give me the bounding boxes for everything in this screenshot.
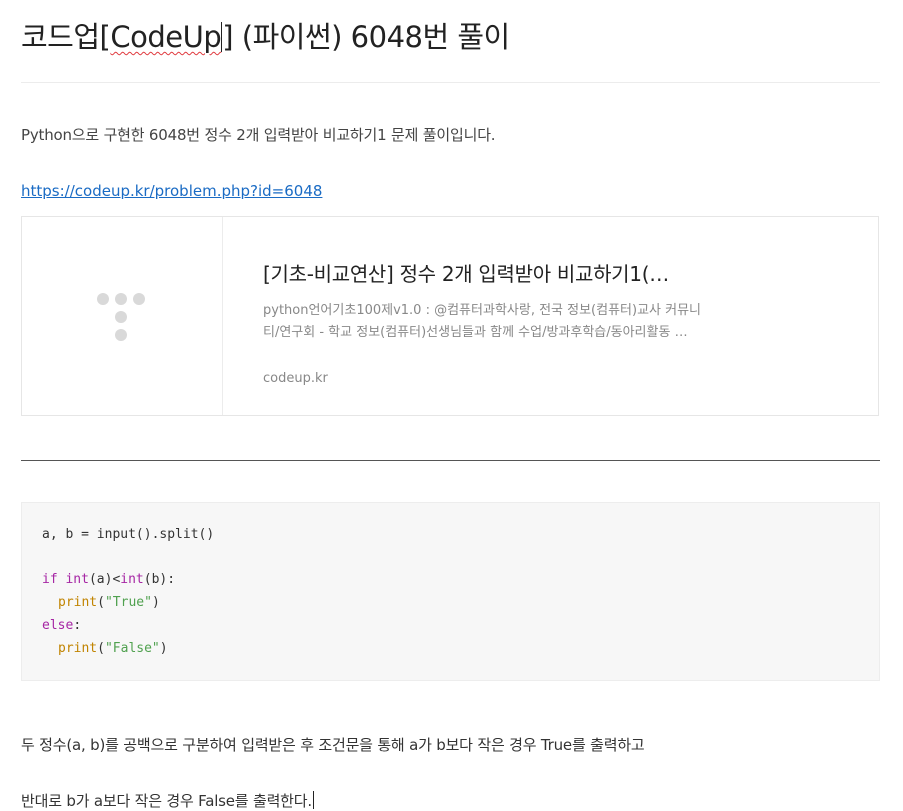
code-line: print("True") — [58, 595, 160, 610]
placeholder-dot-icon — [115, 293, 127, 305]
preview-title[interactable]: [기초-비교연산] 정수 2개 입력받아 비교하기1(… — [263, 258, 669, 287]
code-line: print("False") — [58, 641, 168, 656]
title-divider — [21, 82, 880, 83]
horizontal-rule — [21, 460, 880, 461]
placeholder-dot-icon — [97, 293, 109, 305]
preview-description: python언어기초100제v1.0 : @컴퓨터과학사랑, 전국 정보(컴퓨터… — [263, 300, 723, 344]
preview-description-line: python언어기초100제v1.0 : @컴퓨터과학사랑, 전국 정보(컴퓨터… — [263, 303, 702, 318]
title-prefix: 코드업[ — [21, 20, 111, 54]
code-line: if int(a)<int(b): — [42, 572, 176, 587]
title-suffix: ] (파이썬) 6048번 풀이 — [222, 20, 510, 54]
placeholder-dot-icon — [115, 329, 127, 341]
post-title: 코드업[CodeUp] (파이썬) 6048번 풀이 — [21, 14, 510, 56]
placeholder-dot-icon — [115, 311, 127, 323]
preview-host: codeup.kr — [263, 371, 328, 386]
code-block[interactable]: a, b = input().split() if int(a)<int(b):… — [21, 502, 880, 681]
explanation-line-1[interactable]: 두 정수(a, b)를 공백으로 구분하여 입력받은 후 조건문을 통해 a가 … — [21, 734, 645, 755]
code-line: else: — [42, 618, 82, 633]
text-cursor — [312, 791, 314, 809]
link-preview-card[interactable]: [기초-비교연산] 정수 2개 입력받아 비교하기1(… python언어기초1… — [21, 216, 879, 416]
preview-description-line: 티/연구회 - 학교 정보(컴퓨터)선생님들과 함께 수업/방과후학습/동아리활… — [263, 325, 688, 340]
problem-link[interactable]: https://codeup.kr/problem.php?id=6048 — [21, 182, 322, 200]
preview-thumbnail — [22, 217, 223, 415]
code-line: a, b = input().split() — [42, 527, 215, 542]
intro-paragraph[interactable]: Python으로 구현한 6048번 정수 2개 입력받아 비교하기1 문제 풀… — [21, 124, 496, 145]
explanation-line-2[interactable]: 반대로 b가 a보다 작은 경우 False를 출력한다. — [21, 790, 314, 811]
title-spellcheck-word[interactable]: CodeUp — [110, 20, 222, 54]
placeholder-dot-icon — [133, 293, 145, 305]
